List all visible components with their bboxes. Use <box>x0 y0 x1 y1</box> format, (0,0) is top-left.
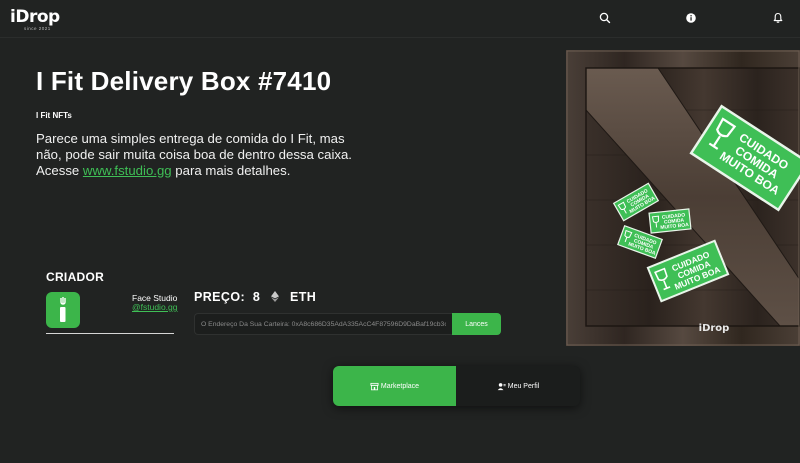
tab-my-profile-label: Meu Perfil <box>507 382 540 390</box>
price-label: PREÇO: <box>194 289 246 304</box>
creator-avatar[interactable] <box>46 292 80 328</box>
nft-artwork-crate: CUIDADO COMIDA MUITO BOA CUIDADO COMIDA … <box>566 50 800 346</box>
logo-tagline: since 2021 <box>24 26 51 31</box>
collection-name: I Fit NFTs <box>36 111 72 120</box>
search-icon[interactable] <box>598 11 612 25</box>
nft-description: Parece uma simples entrega de comida do … <box>36 131 366 179</box>
info-icon[interactable] <box>684 11 698 25</box>
bid-button[interactable]: Lances <box>452 313 501 335</box>
studio-website-link[interactable]: www.fstudio.gg <box>83 163 172 178</box>
artwork-watermark: iDrop <box>699 323 730 334</box>
idrop-logo[interactable]: iDrop since 2021 <box>10 7 60 33</box>
creator-handle-link[interactable]: @fstudio.gg <box>132 302 178 312</box>
creator-label: CRIADOR <box>46 270 105 284</box>
description-text-end: para mais detalhes. <box>171 163 291 178</box>
ethereum-icon <box>271 291 280 303</box>
tab-marketplace[interactable]: Marketplace <box>333 366 456 406</box>
wallet-address-input[interactable] <box>194 313 452 335</box>
top-navigation-bar: iDrop since 2021 <box>0 0 800 38</box>
tab-my-profile[interactable]: Meu Perfil <box>456 366 580 406</box>
creator-divider <box>46 333 174 334</box>
user-icon <box>497 382 506 390</box>
price-currency: ETH <box>290 289 317 304</box>
price-value: 8 <box>252 289 261 304</box>
nft-title: I Fit Delivery Box #7410 <box>36 66 332 96</box>
logo-wordmark: iDrop <box>10 7 60 27</box>
bell-icon[interactable] <box>771 11 785 25</box>
small-fragile-sticker-2: CUIDADO COMIDA MUITO BOA <box>648 208 692 234</box>
store-icon <box>370 382 379 390</box>
tab-marketplace-label: Marketplace <box>380 382 420 390</box>
price-display: PREÇO: 8 ETH <box>194 289 316 304</box>
ifit-logo-icon <box>60 297 66 322</box>
bottom-tab-switcher: Marketplace Meu Perfil <box>333 366 580 406</box>
